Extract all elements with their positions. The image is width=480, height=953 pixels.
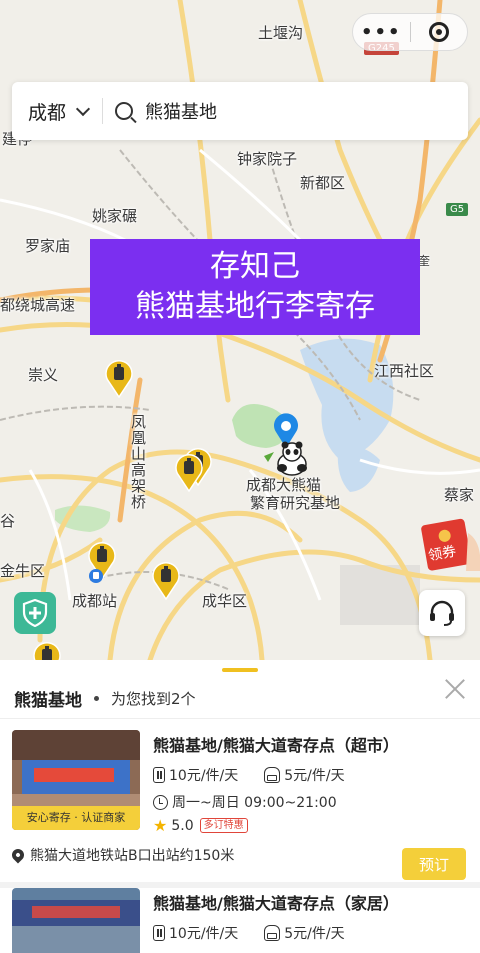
headset-icon [430, 600, 454, 626]
merchant-badge: 安心寄存 · 认证商家 [12, 806, 140, 830]
opening-hours: 周一~周日 09:00~21:00 [172, 795, 337, 811]
price-row: 10元/件/天 5元/件/天 [153, 923, 345, 943]
price-luggage: 10元/件/天 [169, 926, 239, 942]
search-bar: 成都 [12, 82, 468, 140]
rating-row: ★ 5.0 多订特惠 [153, 816, 248, 835]
sheet-header: 熊猫基地 为您找到2个 [0, 678, 480, 718]
luggage-pin-icon[interactable] [32, 640, 62, 660]
address-row: 熊猫大道地铁站B口出站约150米 [9, 845, 235, 865]
map-label-yaojiaan: 姚家碾 [92, 207, 138, 225]
hours-row: 周一~周日 09:00~21:00 [153, 792, 337, 812]
backpack-icon [264, 925, 281, 941]
search-divider [102, 98, 104, 124]
dot-separator [94, 695, 99, 701]
safety-shield-button[interactable] [14, 592, 56, 634]
map-label-luojiamiao: 罗家庙 [25, 237, 71, 255]
price-row: 10元/件/天 5元/件/天 [153, 765, 345, 785]
miniprogram-capsule[interactable]: ••• [352, 13, 468, 51]
luggage-pin-icon[interactable] [104, 358, 134, 398]
map-label-jinniu: 金牛区 [0, 562, 46, 580]
result-count: 为您找到2个 [111, 689, 196, 708]
search-icon [115, 102, 134, 120]
map-label-jiangxi: 江西社区 [374, 362, 435, 380]
more-icon[interactable]: ••• [353, 22, 410, 43]
map-label-chongyi: 崇义 [28, 366, 59, 384]
close-miniprogram-button[interactable] [411, 22, 468, 42]
luggage-icon [153, 767, 165, 783]
target-icon [428, 22, 449, 42]
city-label: 成都 [28, 101, 67, 124]
sheet-drag-handle[interactable] [222, 668, 258, 672]
panda-location-icon[interactable] [262, 412, 314, 476]
result-card[interactable]: 安心寄存 · 认证商家 熊猫基地/熊猫大道寄存点（超市） 10元/件/天 5元/… [0, 718, 480, 880]
store-photo-image [12, 888, 140, 953]
results-sheet: 熊猫基地 为您找到2个 安心寄存 · 认证商家 熊猫基地/熊猫大道寄存点（超市）… [0, 660, 480, 953]
close-icon[interactable] [444, 678, 466, 700]
promo-banner: 存知己 熊猫基地行李寄存 [90, 239, 420, 335]
result-title[interactable]: 熊猫基地/熊猫大道寄存点（家居） [153, 890, 399, 914]
map-label-caijia: 蔡家 [444, 486, 475, 504]
customer-service-button[interactable] [419, 590, 465, 636]
map-label-fenghuang: 凤凰山高架桥 [129, 414, 147, 510]
star-icon: ★ [153, 816, 168, 835]
city-selector[interactable]: 成都 [12, 98, 91, 125]
map-label-gu: 谷 [0, 512, 16, 530]
map-label-xindu: 新都区 [300, 174, 346, 192]
result-card[interactable]: 熊猫基地/熊猫大道寄存点（家居） 10元/件/天 5元/件/天 [0, 876, 480, 953]
map-label-tuyangou: 土堰沟 [258, 24, 304, 42]
map-label-raocheng: 都绕城高速 [0, 296, 76, 314]
clock-icon [153, 794, 168, 810]
store-photo [12, 888, 140, 953]
location-icon [9, 846, 27, 864]
luggage-pin-icon[interactable] [174, 452, 204, 492]
search-input[interactable] [145, 100, 406, 122]
train-station-icon [89, 569, 103, 583]
price-backpack: 5元/件/天 [284, 768, 345, 784]
store-photo: 安心寄存 · 认证商家 [12, 730, 140, 830]
result-title[interactable]: 熊猫基地/熊猫大道寄存点（超市） [153, 732, 399, 756]
discount-tag: 多订特惠 [199, 818, 248, 833]
luggage-pin-icon[interactable] [151, 560, 181, 600]
rating-value: 5.0 [171, 817, 194, 834]
coupon-button[interactable]: 领券 [420, 515, 480, 571]
banner-line-1: 存知己 [210, 249, 300, 284]
shield-icon [22, 599, 48, 627]
luggage-icon [153, 925, 165, 941]
banner-line-2: 熊猫基地行李寄存 [135, 289, 375, 324]
backpack-icon [264, 767, 281, 783]
address-text: 熊猫大道地铁站B口出站约150米 [30, 848, 235, 864]
map-view[interactable]: 土堰沟 G245 建停 钟家院子 新都区 姚家碾 G5 罗家庙 都绕城高速 崇义… [0, 0, 480, 660]
price-backpack: 5元/件/天 [284, 926, 345, 942]
road-sign-g5: G5 [446, 203, 469, 216]
map-label-panda-base-2: 繁育研究基地 [250, 494, 341, 512]
map-label-chenghua: 成华区 [202, 592, 248, 610]
map-label-zhongjiayuanzi: 钟家院子 [237, 150, 298, 168]
map-label-chengdu-station: 成都站 [72, 592, 118, 610]
sheet-title: 熊猫基地 [14, 690, 82, 711]
chevron-down-icon [75, 101, 91, 116]
price-luggage: 10元/件/天 [169, 768, 239, 784]
